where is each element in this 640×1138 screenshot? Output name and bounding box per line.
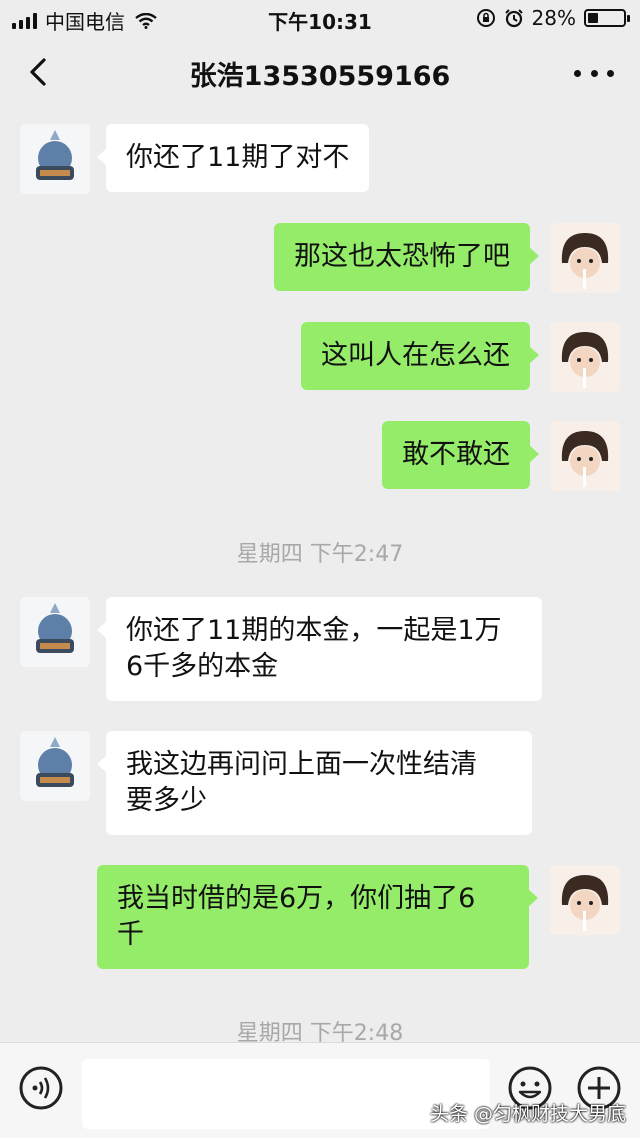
message-bubble-incoming[interactable]: 你还了11期的本金，一起是1万 6千多的本金: [97, 597, 542, 701]
voice-icon[interactable]: [18, 1065, 64, 1111]
message-input[interactable]: [82, 1059, 490, 1129]
battery-icon: [584, 9, 630, 27]
user-avatar[interactable]: [550, 223, 620, 293]
user-avatar[interactable]: [550, 865, 620, 935]
watermark: 头条 @匀枫财技大男底: [429, 1103, 626, 1125]
contact-avatar[interactable]: [20, 597, 90, 667]
battery-fill: [588, 13, 598, 23]
input-bar: 头条 @匀枫财技大男底: [0, 1042, 640, 1138]
message-bubble-incoming[interactable]: 你还了11期了对不: [96, 124, 370, 192]
alarm-icon: [504, 9, 523, 28]
chat-messages: 你还了11期了对不 那这也太恐怖了吧 这叫人在怎么还 敢不敢还 星期四 下午2:…: [0, 110, 640, 1046]
battery-percent: 28%: [531, 6, 576, 30]
user-avatar[interactable]: [550, 421, 620, 491]
contact-avatar[interactable]: [20, 731, 90, 801]
message-bubble-outgoing[interactable]: 那这也太恐怖了吧: [274, 223, 539, 291]
message-bubble-outgoing[interactable]: 这叫人在怎么还: [301, 322, 539, 390]
user-avatar[interactable]: [550, 322, 620, 392]
message-bubble-incoming[interactable]: 我这边再问问上面一次性结清 要多少: [97, 731, 532, 835]
timestamp: 星期四 下午2:47: [236, 542, 404, 567]
message-bubble-outgoing[interactable]: 敢不敢还: [382, 421, 539, 489]
chat-title: 张浩13530559166: [189, 61, 451, 92]
message-bubble-outgoing[interactable]: 我当时借的是6万，你们抽了6 千: [97, 865, 538, 969]
status-right: 28%: [476, 6, 630, 30]
chat-header: 张浩13530559166: [0, 36, 640, 110]
contact-avatar[interactable]: [20, 124, 90, 194]
more-dots-icon[interactable]: [574, 58, 614, 88]
status-bar: 中国电信 下午10:31 28%: [0, 0, 640, 36]
rotation-lock-icon: [476, 9, 495, 27]
